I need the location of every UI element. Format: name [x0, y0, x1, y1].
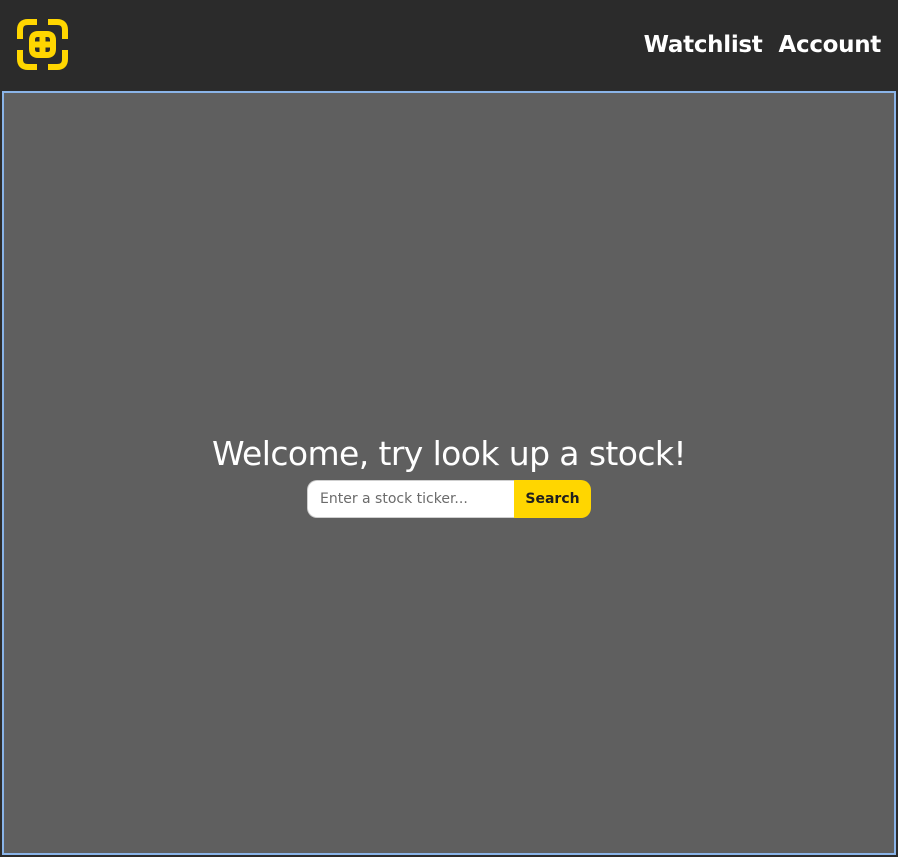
stock-search-form: Search — [307, 480, 591, 518]
crosshair-grid-logo-icon — [17, 19, 68, 70]
stock-ticker-input[interactable] — [307, 480, 514, 518]
logo-icon[interactable] — [16, 18, 69, 71]
nav-links: Watchlist Account — [644, 29, 882, 61]
search-button[interactable]: Search — [514, 480, 591, 518]
navbar: Watchlist Account — [0, 0, 898, 91]
nav-link-watchlist[interactable]: Watchlist — [644, 29, 763, 61]
search-hero: Welcome, try look up a stock! Search — [4, 433, 894, 518]
main-content: Welcome, try look up a stock! Search — [2, 91, 896, 855]
app-window: Watchlist Account Welcome, try look up a… — [0, 0, 898, 857]
welcome-heading: Welcome, try look up a stock! — [211, 434, 687, 473]
nav-link-account[interactable]: Account — [778, 29, 881, 61]
